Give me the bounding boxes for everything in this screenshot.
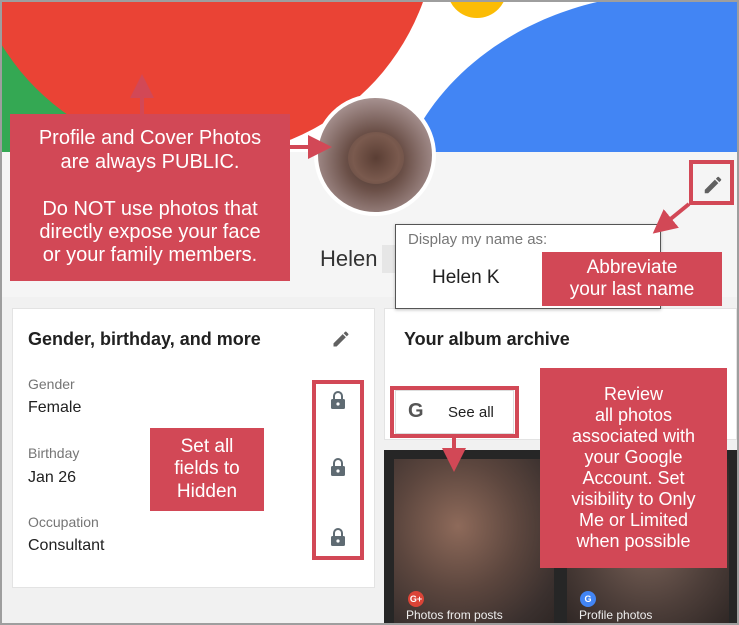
profile-screenshot: Helen Display my name as: Helen K Gender…	[0, 0, 739, 625]
annotation-arrows	[130, 74, 691, 472]
arrow-to-popup	[652, 202, 691, 234]
